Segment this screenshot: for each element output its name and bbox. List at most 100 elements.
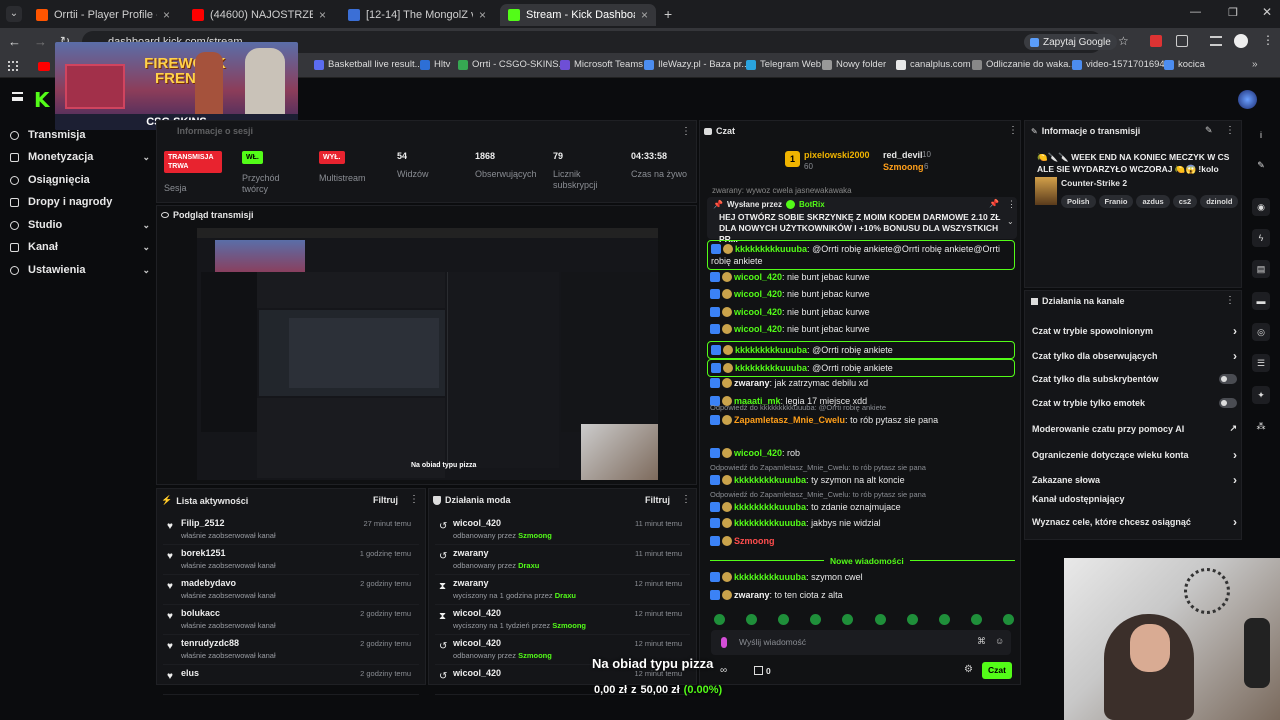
close-window-button[interactable]: ✕ [1262, 5, 1272, 19]
modlog-filter-button[interactable]: Filtruj [645, 495, 670, 505]
activity-filter-button[interactable]: Filtruj [373, 495, 398, 505]
bookmark-item[interactable]: Odliczanie do waka... [972, 59, 1076, 70]
chat-message[interactable]: kkkkkkkkkuuuba: @Orrti robię ankiete@Orr… [707, 240, 1015, 270]
activity-row[interactable]: ♥ tenrudyzdc88 właśnie zaobserwował kanał 2… [163, 635, 419, 665]
extension-icon[interactable] [1150, 35, 1162, 47]
stream-info-menu-icon[interactable]: ⋮ [1225, 125, 1235, 136]
tab-search-icon[interactable]: ⌄ [6, 6, 22, 22]
sidebar-item-4[interactable]: Dropy i nagrody [10, 192, 150, 212]
profile-avatar[interactable] [1234, 34, 1248, 48]
kick-logo[interactable]: K [34, 88, 50, 112]
tab-close-icon[interactable]: × [641, 8, 648, 22]
chat-message[interactable]: wicool_420: nie bunt jebac kurwe [710, 306, 1015, 318]
activity-user[interactable]: bolukacc [181, 608, 220, 618]
chat-message[interactable]: zwarany: jak zatrzymac debilu xd [710, 377, 1015, 389]
modlog-user[interactable]: zwarany [453, 548, 489, 558]
chat-username[interactable]: kkkkkkkkkuuuba [734, 572, 806, 582]
chat-message[interactable]: kkkkkkkkkuuuba: @Orrti robię ankiete [707, 341, 1015, 359]
browser-tab-2[interactable]: (44600) NAJOSTRZEJSZY KEBAB × [184, 4, 334, 26]
browser-tab-4[interactable]: Stream - Kick Dashboard × [500, 4, 656, 26]
modlog-user[interactable]: wicool_420 [453, 518, 501, 528]
chat-message[interactable]: Odpowiedź do Zapamletasz_Mnie_Cwelu: to … [710, 489, 1015, 513]
chat-infinity-icon[interactable]: ∞ [720, 665, 727, 676]
rail-stack-icon[interactable]: ☰ [1252, 354, 1270, 372]
chat-username[interactable]: kkkkkkkkkuuuba [735, 244, 807, 254]
toggle-switch[interactable] [1219, 374, 1237, 384]
rail-lightning-icon[interactable]: ϟ [1252, 229, 1270, 247]
hamburger-menu-icon[interactable] [12, 92, 23, 101]
sidebar-item-2[interactable]: Monetyzacja ⌄ [10, 147, 150, 167]
channel-action-5[interactable]: Moderowanie czatu przy pomocy AI ↗ [1032, 423, 1237, 434]
toggle-switch[interactable] [1219, 398, 1237, 408]
chat-username[interactable]: zwarany [734, 378, 770, 388]
sidebar-item-3[interactable]: Osiągnięcia [10, 170, 150, 190]
bookmark-star-icon[interactable]: ☆ [1118, 34, 1129, 48]
chat-username[interactable]: wicool_420 [734, 272, 782, 282]
bookmark-item[interactable]: canalplus.com [896, 59, 971, 70]
top-gifter-1-name[interactable]: pixelowski2000 [804, 150, 870, 160]
chat-input-emoji-icon[interactable]: ☺ [995, 636, 1004, 646]
browser-tab-3[interactable]: [12-14] The MongolZ vs. FURIA × [340, 4, 494, 26]
chat-message[interactable]: wicool_420: nie bunt jebac kurwe [710, 288, 1015, 300]
modlog-moderator[interactable]: Szmoong [552, 621, 586, 630]
activity-row[interactable]: ♥ madebydavo właśnie zaobserwował kanał 2 g… [163, 575, 419, 605]
browser-tab-1[interactable]: Orrtii - Player Profile - FACEIT.c × [28, 4, 178, 26]
bookmark-item[interactable]: Orrti - CSGO-SKINS... [458, 59, 566, 70]
chat-username[interactable]: wicool_420 [734, 289, 782, 299]
modlog-moderator[interactable]: Szmoong [518, 651, 552, 660]
channel-action-2[interactable]: Czat tylko dla obserwujących › [1032, 349, 1237, 363]
chat-username[interactable]: kkkkkkkkkuuuba [735, 363, 807, 373]
modlog-user[interactable]: wicool_420 [453, 638, 501, 648]
chat-username[interactable]: wicool_420 [734, 324, 782, 334]
bookmark-item[interactable]: video-1571701694 [1072, 59, 1165, 70]
chat-message[interactable]: wicool_420: rob [710, 447, 1015, 459]
forward-icon[interactable]: → [34, 34, 47, 49]
chat-settings-icon[interactable]: ⚙ [964, 664, 973, 675]
emote-7-icon[interactable] [906, 614, 918, 625]
stream-info-edit-icon[interactable]: ✎ [1205, 125, 1213, 136]
top-gifter-2-name[interactable]: red_devil [883, 150, 923, 160]
channel-action-4[interactable]: Czat w trybie tylko emotek [1032, 398, 1237, 408]
bookmark-item[interactable]: IleWazy.pl - Baza pr... [644, 59, 749, 70]
sidebar-item-5[interactable]: Studio ⌄ [10, 215, 150, 235]
tab-close-icon[interactable]: × [479, 8, 486, 22]
chat-send-button[interactable]: Czat [982, 662, 1012, 679]
rail-wrench-icon[interactable]: ✦ [1252, 386, 1270, 404]
creators-badge[interactable]: WŁ. [242, 151, 263, 164]
bookmark-item[interactable]: Nowy folder [822, 59, 886, 70]
pinned-menu-icon[interactable]: ⋮ [1007, 199, 1016, 210]
youtube-bookmark-icon[interactable] [38, 62, 50, 71]
activity-user[interactable]: Filip_2512 [181, 518, 225, 528]
channel-action-6[interactable]: Ograniczenie dotyczące wieku konta › [1032, 448, 1237, 462]
chat-message[interactable]: kkkkkkkkkuuuba: jakbys nie widzial [710, 517, 1015, 529]
modlog-row[interactable]: ⧗ zwarany wyciszony na 1 godzina przez Dra… [435, 575, 690, 605]
sidebar-item-6[interactable]: Kanał ⌄ [10, 237, 150, 257]
emote-10-icon[interactable] [1002, 614, 1014, 625]
chat-message[interactable]: zwarany: to ten ciota z alta [710, 589, 1015, 601]
media-control-icon[interactable] [1210, 36, 1222, 46]
minimize-button[interactable]: — [1190, 6, 1201, 18]
pinned-message[interactable]: 📌 Wysłane przez BotRix HEJ OTWÓRZ SOBIE … [707, 197, 1017, 244]
preview-video[interactable]: Na obiad typu pizza [197, 228, 658, 480]
emote-9-icon[interactable] [970, 614, 982, 625]
chat-username[interactable]: Zapamletasz_Mnie_Cwelu [734, 415, 845, 425]
chat-username[interactable]: wicool_420 [734, 448, 782, 458]
bookmarks-overflow-icon[interactable]: » [1252, 59, 1258, 70]
modlog-user[interactable]: zwarany [453, 578, 489, 588]
emote-4-icon[interactable] [810, 614, 822, 625]
rail-broadcast-icon[interactable]: ◎ [1252, 323, 1270, 341]
session-menu-icon[interactable]: ⋮ [681, 126, 691, 137]
stream-tag[interactable]: azdus [1136, 195, 1170, 208]
emote-3-icon[interactable] [778, 614, 790, 625]
category-name[interactable]: Counter-Strike 2 [1061, 178, 1127, 188]
modlog-menu-icon[interactable]: ⋮ [681, 494, 691, 505]
chat-message[interactable]: wicool_420: nie bunt jebac kurwe [710, 271, 1015, 283]
extensions-puzzle-icon[interactable] [1176, 35, 1188, 47]
activity-row[interactable]: ♥ Filip_2512 właśnie zaobserwował kanał 27 … [163, 515, 419, 545]
chat-input-commands-icon[interactable]: ⌘ [977, 636, 986, 647]
restore-button[interactable]: ❐ [1228, 6, 1238, 19]
activity-row[interactable]: ♥ bolukacc właśnie zaobserwował kanał 2 god… [163, 605, 419, 635]
rail-info-icon[interactable]: i [1252, 126, 1270, 144]
sidebar-item-1[interactable]: Transmisja [10, 125, 150, 145]
pinned-expand-icon[interactable]: ⌄ [1007, 217, 1014, 226]
